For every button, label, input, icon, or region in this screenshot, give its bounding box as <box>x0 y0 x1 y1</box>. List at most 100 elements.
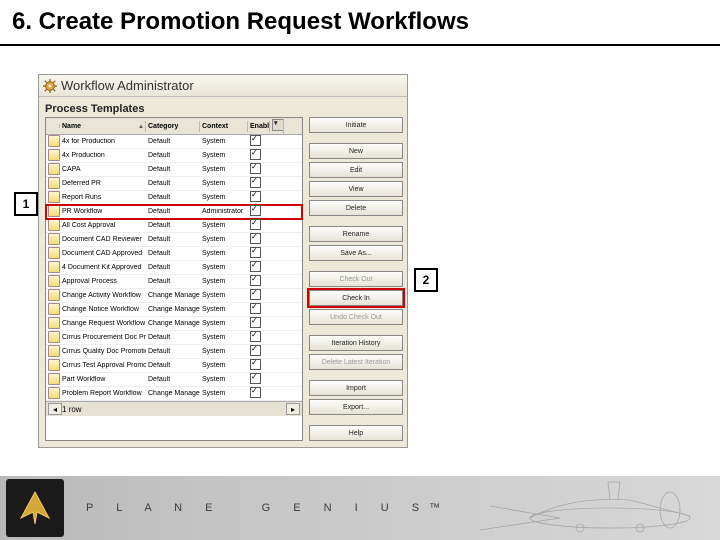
table-row[interactable]: Change Request WorkflowChange ManagerSys… <box>46 317 302 331</box>
table-row[interactable]: Cirrus Procurement Doc PromoDefaultSyste… <box>46 331 302 345</box>
enabled-checkbox[interactable] <box>250 135 261 146</box>
table-row[interactable]: Problem Report WorkflowChange ManagerSys… <box>46 387 302 401</box>
cell-category: Default <box>146 334 200 341</box>
table-row[interactable]: All Cost ApprovalDefaultSystem <box>46 219 302 233</box>
cell-name: Cirrus Test Approval Promotion <box>60 362 146 369</box>
table-row[interactable]: Document CAD ApprovedDefaultSystem <box>46 247 302 261</box>
view-button[interactable]: View <box>309 181 403 197</box>
table-row[interactable]: Document CAD ReviewerDefaultSystem <box>46 233 302 247</box>
cell-context: System <box>200 222 248 229</box>
cell-name: Problem Report Workflow <box>60 390 146 397</box>
scroll-left-icon[interactable]: ◂ <box>48 403 62 415</box>
table-row[interactable]: Report RunsDefaultSystem <box>46 191 302 205</box>
template-icon <box>48 191 60 203</box>
grid-header: Name▲ Category Context Enabled <box>46 118 302 135</box>
table-row[interactable]: Cirrus Test Approval PromotionDefaultSys… <box>46 359 302 373</box>
enabled-checkbox[interactable] <box>250 373 261 384</box>
template-icon <box>48 233 60 245</box>
cell-name: PR Workflow <box>60 208 146 215</box>
cell-category: Change Manager <box>146 320 200 327</box>
col-category[interactable]: Category <box>146 121 200 132</box>
cell-context: System <box>200 264 248 271</box>
table-row[interactable]: Change Activity WorkflowChange ManagerSy… <box>46 289 302 303</box>
enabled-checkbox[interactable] <box>250 317 261 328</box>
export-button[interactable]: Export... <box>309 399 403 415</box>
enabled-checkbox[interactable] <box>250 345 261 356</box>
cell-name: CAPA <box>60 166 146 173</box>
import-button[interactable]: Import <box>309 380 403 396</box>
cell-category: Default <box>146 180 200 187</box>
template-icon <box>48 205 60 217</box>
cell-category: Change Manager <box>146 292 200 299</box>
column-menu-icon[interactable] <box>272 119 284 131</box>
new-button[interactable]: New <box>309 143 403 159</box>
scroll-right-icon[interactable]: ▸ <box>286 403 300 415</box>
cell-category: Default <box>146 236 200 243</box>
cell-name: 4x for Production <box>60 138 146 145</box>
cell-category: Default <box>146 208 200 215</box>
plane-illustration <box>430 476 710 538</box>
enabled-checkbox[interactable] <box>250 205 261 216</box>
table-row[interactable]: 4 Document Kit ApprovedDefaultSystem <box>46 261 302 275</box>
enabled-checkbox[interactable] <box>250 191 261 202</box>
enabled-checkbox[interactable] <box>250 275 261 286</box>
cell-name: Cirrus Procurement Doc Promo <box>60 334 146 341</box>
enabled-checkbox[interactable] <box>250 149 261 160</box>
cell-context: System <box>200 278 248 285</box>
templates-grid[interactable]: Name▲ Category Context Enabled 4x for Pr… <box>45 117 303 441</box>
delete-button[interactable]: Delete <box>309 200 403 216</box>
table-row[interactable]: PR WorkflowDefaultAdministrator <box>46 205 302 219</box>
cell-context: System <box>200 334 248 341</box>
cell-context: Administrator <box>200 208 248 215</box>
iteration-history-button[interactable]: Iteration History <box>309 335 403 351</box>
gear-icon <box>43 79 57 93</box>
cell-context: System <box>200 320 248 327</box>
cell-category: Default <box>146 250 200 257</box>
saveas-button[interactable]: Save As... <box>309 245 403 261</box>
enabled-checkbox[interactable] <box>250 163 261 174</box>
table-row[interactable]: Change Notice WorkflowChange ManagerSyst… <box>46 303 302 317</box>
checkin-button[interactable]: Check In <box>309 290 403 306</box>
enabled-checkbox[interactable] <box>250 233 261 244</box>
edit-button[interactable]: Edit <box>309 162 403 178</box>
help-button[interactable]: Help <box>309 425 403 441</box>
cell-context: System <box>200 362 248 369</box>
cell-category: Default <box>146 362 200 369</box>
cell-category: Default <box>146 222 200 229</box>
table-row[interactable]: Deferred PRDefaultSystem <box>46 177 302 191</box>
cell-name: Part Workflow <box>60 376 146 383</box>
row-indicator: 1 row <box>62 405 82 414</box>
template-icon <box>48 359 60 371</box>
col-enabled[interactable]: Enabled <box>248 121 270 132</box>
table-row[interactable]: 4x for ProductionDefaultSystem <box>46 135 302 149</box>
grid-scrollbar[interactable]: ◂ 1 row ▸ <box>46 401 302 416</box>
rename-button[interactable]: Rename <box>309 226 403 242</box>
cell-category: Default <box>146 376 200 383</box>
cell-context: System <box>200 180 248 187</box>
enabled-checkbox[interactable] <box>250 303 261 314</box>
delete-latest-iteration-button[interactable]: Delete Latest Iteration <box>309 354 403 370</box>
enabled-checkbox[interactable] <box>250 247 261 258</box>
initiate-button[interactable]: Initiate <box>309 117 403 133</box>
enabled-checkbox[interactable] <box>250 359 261 370</box>
table-row[interactable]: Approval ProcessDefaultSystem <box>46 275 302 289</box>
col-context[interactable]: Context <box>200 121 248 132</box>
enabled-checkbox[interactable] <box>250 289 261 300</box>
cell-name: Deferred PR <box>60 180 146 187</box>
enabled-checkbox[interactable] <box>250 219 261 230</box>
col-name[interactable]: Name▲ <box>60 121 146 132</box>
enabled-checkbox[interactable] <box>250 331 261 342</box>
checkout-button[interactable]: Check Out <box>309 271 403 287</box>
table-row[interactable]: CAPADefaultSystem <box>46 163 302 177</box>
cell-name: Cirrus Quality Doc Promotion R <box>60 348 146 355</box>
cell-context: System <box>200 390 248 397</box>
enabled-checkbox[interactable] <box>250 387 261 398</box>
table-row[interactable]: Part WorkflowDefaultSystem <box>46 373 302 387</box>
enabled-checkbox[interactable] <box>250 261 261 272</box>
enabled-checkbox[interactable] <box>250 177 261 188</box>
undo-checkout-button[interactable]: Undo Check Out <box>309 309 403 325</box>
table-row[interactable]: 4x ProductionDefaultSystem <box>46 149 302 163</box>
template-icon <box>48 247 60 259</box>
cell-name: 4 Document Kit Approved <box>60 264 146 271</box>
table-row[interactable]: Cirrus Quality Doc Promotion RDefaultSys… <box>46 345 302 359</box>
